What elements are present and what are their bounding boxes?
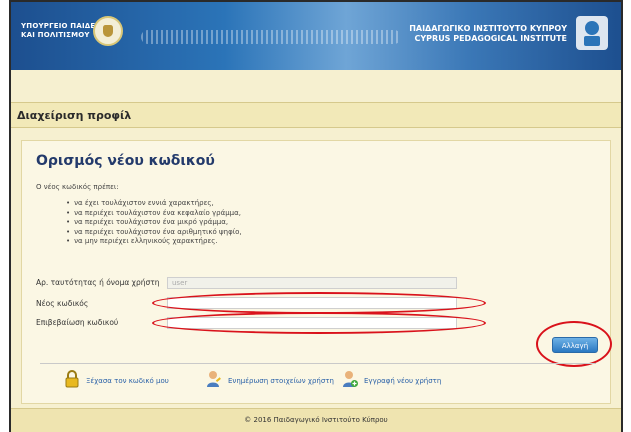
user-add-icon[interactable] [342,370,358,388]
new-password-field[interactable] [167,297,457,309]
copyright-text: © 2016 Παιδαγωγικό Ινστιτούτο Κύπρου [244,416,388,424]
page-frame: ΥΠΟΥΡΓΕΙΟ ΠΑΙΔΕΙΑΣ ΚΑΙ ΠΟΛΙΤΙΣΜΟΥ ΠΑΙΔΑΓ… [9,0,623,432]
rule-item: να μην περιέχει ελληνικούς χαρακτήρες. [66,237,242,247]
user-edit-icon[interactable] [206,370,222,388]
register-user-link[interactable]: Εγγραφή νέου χρήστη [364,377,441,385]
institute-line2: CYPRUS PEDAGOGICAL INSTITUTE [414,34,568,43]
username-label: Αρ. ταυτότητας ή όνομα χρήστη [36,278,160,287]
password-panel: Ορισμός νέου κωδικού Ο νέος κωδικός πρέπ… [21,140,612,404]
page-title: Διαχείριση προφίλ [17,109,132,122]
rule-item: να έχει τουλάχιστον εννιά χαρακτήρες, [66,199,242,209]
change-password-button[interactable]: Αλλαγή [552,337,598,353]
header-banner: ΥΠΟΥΡΓΕΙΟ ΠΑΙΔΕΙΑΣ ΚΑΙ ΠΟΛΙΤΙΣΜΟΥ ΠΑΙΔΑΓ… [11,2,621,70]
form-heading: Ορισμός νέου κωδικού [36,153,215,169]
rules-intro: Ο νέος κωδικός πρέπει: [36,183,119,191]
confirm-password-field[interactable] [167,317,457,329]
divider [40,363,596,364]
page-title-bar: Διαχείριση προφίλ [11,102,621,128]
institute-name[interactable]: ΠΑΙΔΑΓΩΓΙΚΟ ΙΝΣΤΙΤΟΥΤΟ ΚΥΠΡΟΥ CYPRUS PED… [409,24,567,44]
rule-item: να περιέχει τουλάχιστον ένα αριθμητικό ψ… [66,228,241,238]
confirm-password-label: Επιβεβαίωση κωδικού [36,318,119,327]
new-password-label: Νέος κωδικός [36,299,89,308]
password-rules: να έχει τουλάχιστον εννιά χαρακτήρες, να… [66,199,242,247]
footer: © 2016 Παιδαγωγικό Ινστιτούτο Κύπρου [11,408,621,432]
update-user-link[interactable]: Ενημέρωση στοιχείων χρήστη [228,377,334,385]
rule-item: να περιέχει τουλάχιστον ένα κεφαλαίο γρά… [66,209,242,219]
institute-line1: ΠΑΙΔΑΓΩΓΙΚΟ ΙΝΣΤΙΤΟΥΤΟ ΚΥΠΡΟΥ [409,24,567,33]
institute-logo-icon [576,16,608,50]
cyprus-crest-icon [93,16,123,46]
rule-item: να περιέχει τουλάχιστον ένα μικρό γράμμα… [66,218,242,228]
forgot-password-link[interactable]: Ξέχασα τον κωδικό μου [86,377,169,385]
lock-icon[interactable] [64,370,80,388]
username-field: user [167,277,457,289]
